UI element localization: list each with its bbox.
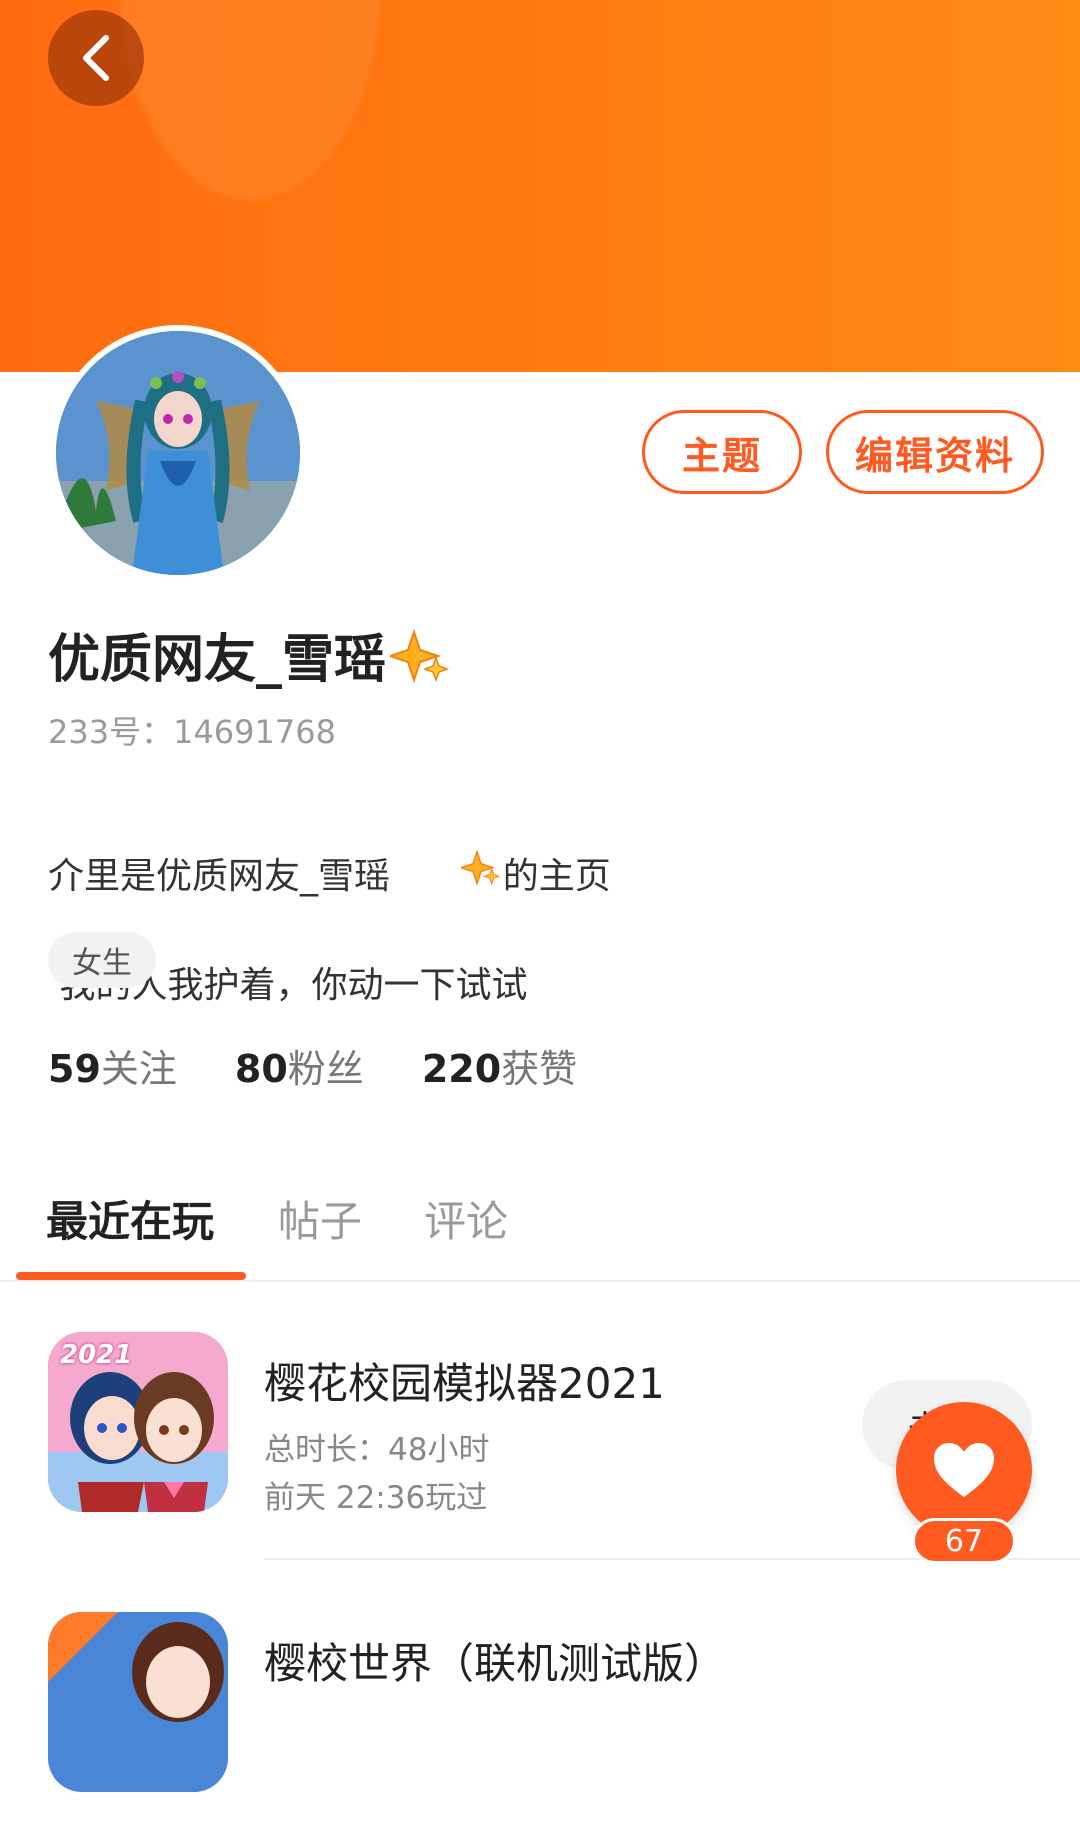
game-duration: 总时长：48小时: [264, 1432, 490, 1468]
chevron-left-icon: [83, 35, 109, 81]
likes-stat[interactable]: 220 获赞: [422, 1038, 577, 1093]
following-count: 59: [48, 1047, 101, 1091]
profile-tabs: 最近在玩 帖子 评论: [0, 1180, 1080, 1282]
name-row: 优质网友_雪瑶: [48, 628, 450, 692]
edit-profile-button[interactable]: 编辑资料: [826, 410, 1044, 494]
sparkle-icon: [392, 795, 501, 959]
following-stat[interactable]: 59 关注: [48, 1038, 177, 1093]
avatar-image: [56, 331, 300, 575]
bio-line-1-prefix: 介里是优质网友_雪瑶: [48, 856, 391, 897]
user-id: 233号：14691768: [48, 713, 336, 751]
heart-icon: [934, 1443, 994, 1497]
tab-posts[interactable]: 帖子: [278, 1188, 362, 1249]
like-count: 67: [912, 1518, 1016, 1564]
followers-stat[interactable]: 80 粉丝: [235, 1038, 364, 1093]
avatar[interactable]: [50, 325, 306, 581]
game-title: 樱花校园模拟器2021: [264, 1359, 665, 1408]
followers-label: 粉丝: [287, 1047, 364, 1091]
tab-recently-played[interactable]: 最近在玩: [46, 1188, 214, 1249]
bio-line-1-suffix: 的主页: [502, 856, 611, 897]
game-icon: 2021: [48, 1332, 228, 1512]
likes-label: 获赞: [501, 1047, 578, 1091]
game-icon: [48, 1612, 228, 1792]
user-name: 优质网友_雪瑶: [48, 630, 387, 690]
following-label: 关注: [100, 1047, 177, 1091]
gender-tag: 女生: [48, 932, 156, 988]
active-tab-indicator: [16, 1272, 246, 1280]
stats-row: 59 关注 80 粉丝 220 获赞: [48, 1038, 635, 1093]
followers-count: 80: [234, 1047, 288, 1091]
game-badge: 2021: [60, 1340, 133, 1370]
list-item[interactable]: 樱校世界（联机测试版）: [0, 1600, 1080, 1830]
back-button[interactable]: [48, 10, 144, 106]
game-title: 樱校世界（联机测试版）: [264, 1639, 727, 1688]
tab-comments[interactable]: 评论: [424, 1188, 508, 1249]
likes-count: 220: [421, 1047, 502, 1091]
theme-button[interactable]: 主题: [642, 410, 802, 494]
game-last-played: 前天 22:36玩过: [264, 1480, 488, 1516]
sparkle-icon: [386, 628, 450, 692]
profile-banner: [0, 0, 1080, 372]
banner-glow: [120, 0, 380, 200]
